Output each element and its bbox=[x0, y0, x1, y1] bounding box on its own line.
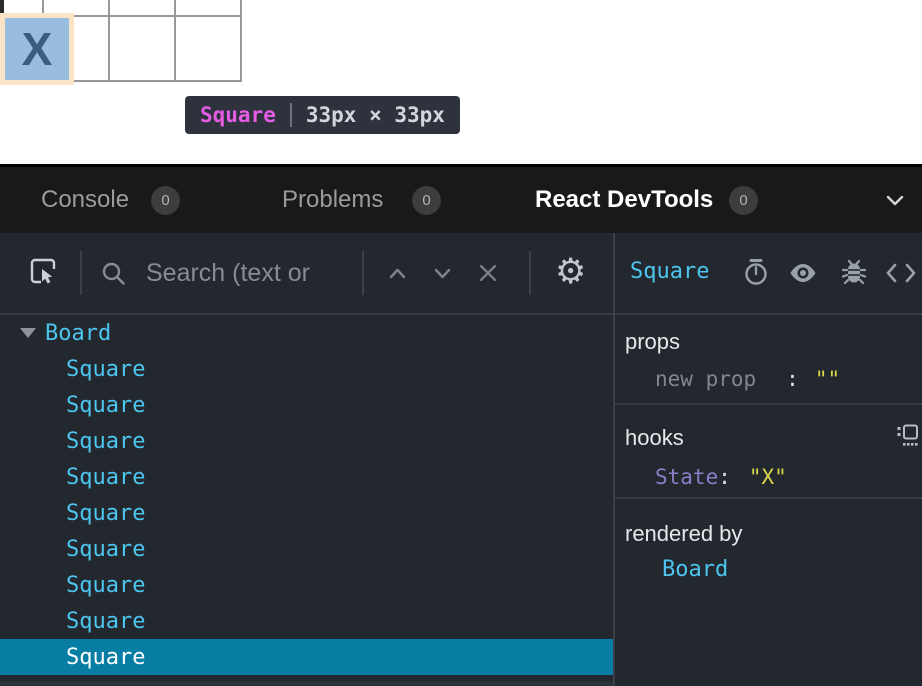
tab-console[interactable]: Console bbox=[41, 167, 129, 233]
tab-react-devtools[interactable]: React DevTools bbox=[535, 167, 713, 233]
tree-row-label: Board bbox=[45, 321, 111, 346]
tree-row-square[interactable]: Square bbox=[0, 531, 613, 567]
rendered-by-section: rendered by Board bbox=[615, 501, 922, 686]
react-devtools-count-badge: 0 bbox=[729, 186, 758, 215]
suspend-timer-icon[interactable] bbox=[742, 258, 770, 286]
inspect-element-icon[interactable] bbox=[29, 257, 59, 287]
rendered-by-title: rendered by bbox=[625, 521, 742, 547]
colon: : bbox=[718, 465, 731, 489]
hooks-section: hooks State: "X" bbox=[615, 407, 922, 499]
tree-row-label: Square bbox=[66, 537, 145, 562]
hooks-section-title: hooks bbox=[625, 425, 684, 451]
new-prop-name-field[interactable]: new prop bbox=[655, 367, 756, 391]
toolbar-divider bbox=[362, 251, 364, 295]
devtools-tab-bar: Console 0 Problems 0 React DevTools 0 bbox=[0, 167, 922, 233]
tree-row-square[interactable]: Square bbox=[0, 387, 613, 423]
toolbar-divider bbox=[529, 251, 531, 295]
console-count-badge: 0 bbox=[151, 186, 180, 215]
new-prop-value-field[interactable]: "" bbox=[815, 367, 840, 391]
board-grid-line bbox=[174, 0, 176, 82]
tree-row-label: Square bbox=[66, 501, 145, 526]
rendered-by-board-link[interactable]: Board bbox=[662, 557, 728, 582]
props-section-title: props bbox=[625, 329, 680, 355]
clear-search-x-icon[interactable] bbox=[477, 262, 499, 284]
toolbar-divider bbox=[80, 251, 82, 295]
parse-hook-names-icon[interactable] bbox=[895, 423, 920, 448]
new-prop-row: new prop: "" bbox=[655, 367, 840, 391]
expand-collapse-triangle-icon[interactable] bbox=[20, 328, 36, 338]
inspect-dom-eye-icon[interactable] bbox=[788, 260, 818, 286]
tree-row-square[interactable]: Square bbox=[0, 603, 613, 639]
tree-row-label: Square bbox=[66, 357, 145, 382]
tooltip-dimensions: 33px × 33px bbox=[306, 103, 445, 127]
tree-row-label: Square bbox=[66, 429, 145, 454]
state-hook-value[interactable]: "X" bbox=[749, 465, 787, 489]
tree-row-square[interactable]: Square bbox=[0, 423, 613, 459]
tree-row-label: Square bbox=[66, 573, 145, 598]
tree-row-square[interactable]: Square bbox=[0, 351, 613, 387]
colon: : bbox=[786, 367, 799, 391]
view-source-code-icon[interactable] bbox=[885, 261, 917, 285]
tree-row-square[interactable]: Square bbox=[0, 567, 613, 603]
search-input[interactable] bbox=[146, 252, 358, 294]
collapse-panel-chevron-icon[interactable] bbox=[882, 187, 908, 213]
tree-bottom-scrollbar-track[interactable] bbox=[0, 681, 613, 686]
tree-row-label: Square bbox=[66, 609, 145, 634]
tree-row-square-selected[interactable]: Square bbox=[0, 639, 613, 675]
element-tooltip: Square 33px × 33px bbox=[185, 96, 460, 134]
board-grid-line bbox=[108, 0, 110, 82]
tree-row-board[interactable]: Board bbox=[0, 315, 613, 351]
tree-row-label: Square bbox=[66, 645, 145, 670]
tree-row-square[interactable]: Square bbox=[0, 459, 613, 495]
devtools-window: X Square 33px × 33px Console 0 Problems … bbox=[0, 0, 922, 686]
tree-row-square[interactable]: Square bbox=[0, 495, 613, 531]
tooltip-separator bbox=[290, 103, 292, 127]
log-data-bug-icon[interactable] bbox=[840, 258, 868, 286]
state-hook-row: State: "X" bbox=[655, 465, 787, 489]
search-icon bbox=[100, 260, 127, 287]
component-tree: Board Square Square Square Square Square… bbox=[0, 315, 613, 675]
board-square-x[interactable]: X bbox=[5, 18, 69, 80]
next-result-chevron-down-icon[interactable] bbox=[432, 263, 453, 284]
tree-row-label: Square bbox=[66, 465, 145, 490]
tooltip-component-name: Square bbox=[200, 103, 276, 127]
square-value: X bbox=[22, 22, 53, 76]
board-grid-line bbox=[240, 0, 242, 82]
selected-component-name: Square bbox=[630, 259, 709, 284]
previous-result-chevron-up-icon[interactable] bbox=[387, 263, 408, 284]
inspected-page: X Square 33px × 33px bbox=[0, 0, 922, 164]
problems-count-badge: 0 bbox=[412, 186, 441, 215]
props-section: props new prop: "" bbox=[615, 315, 922, 405]
settings-gear-icon[interactable]: ⚙︎ bbox=[555, 254, 586, 290]
tab-problems[interactable]: Problems bbox=[282, 167, 383, 233]
tree-row-label: Square bbox=[66, 393, 145, 418]
highlight-padding-overlay: X bbox=[0, 13, 74, 85]
state-hook-name: State bbox=[655, 465, 718, 489]
